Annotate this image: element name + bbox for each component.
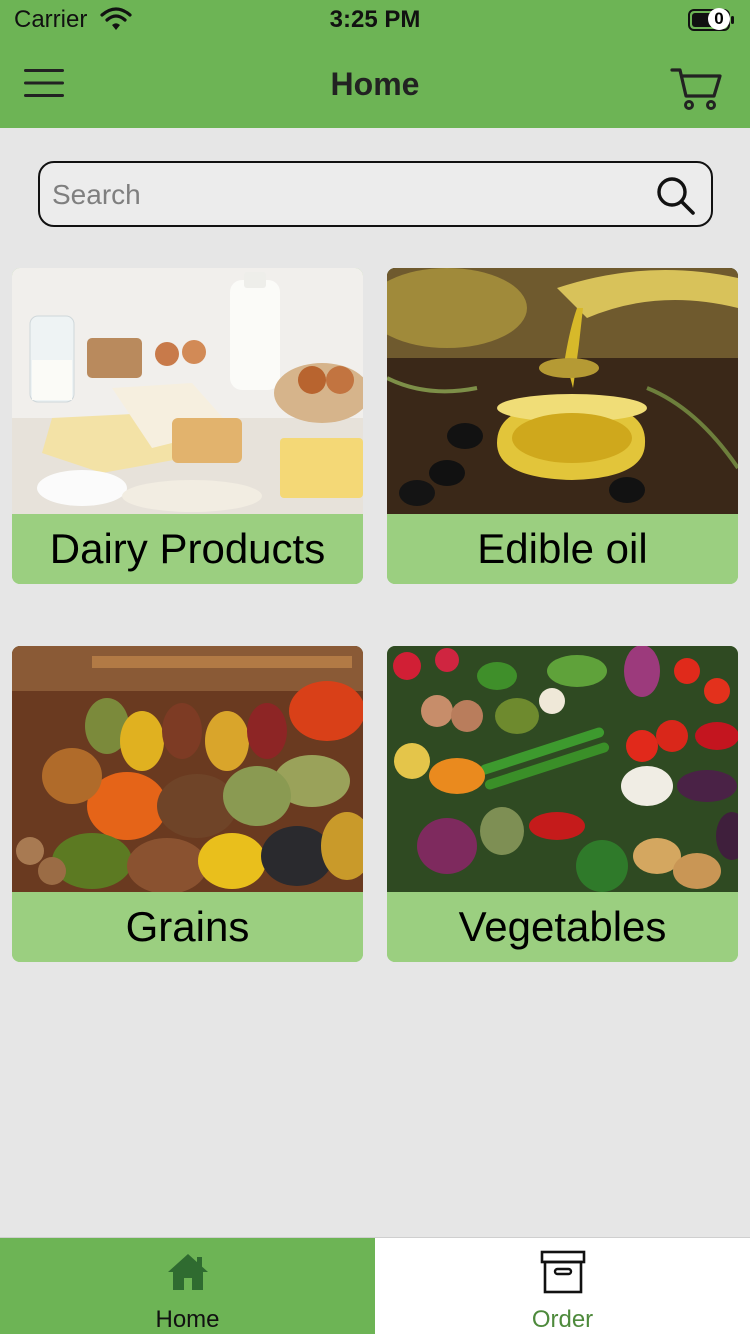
clock-label: 3:25 PM: [329, 6, 421, 33]
cart-icon[interactable]: [668, 58, 724, 114]
category-label: Grains: [12, 892, 363, 962]
hamburger-icon[interactable]: [22, 66, 66, 100]
archive-box-icon: [540, 1250, 586, 1294]
category-label: Vegetables: [387, 892, 738, 962]
search-bar: [38, 161, 713, 227]
tab-order[interactable]: Order: [375, 1238, 750, 1334]
edible-oil-photo: [387, 268, 738, 514]
category-label: Dairy Products: [12, 514, 363, 584]
vegetables-photo: [387, 646, 738, 892]
tab-label: Order: [531, 1306, 594, 1333]
search-input[interactable]: [52, 175, 642, 215]
page-title: Home: [330, 66, 420, 102]
tab-bar: Home Order: [0, 1237, 750, 1334]
status-bar: Carrier 3:25 PM: [0, 0, 750, 40]
category-card-grains[interactable]: Grains: [12, 646, 363, 962]
top-bar: Carrier 3:25 PM Home 0: [0, 0, 750, 128]
tab-home[interactable]: Home: [0, 1238, 375, 1334]
dairy-products-photo: [12, 268, 363, 514]
home-icon: [168, 1254, 208, 1290]
search-icon[interactable]: [655, 175, 697, 217]
category-card-dairy-products[interactable]: Dairy Products: [12, 268, 363, 584]
cart-count-badge: 0: [708, 8, 730, 30]
category-card-edible-oil[interactable]: Edible oil: [387, 268, 738, 584]
navigation-bar: Home: [0, 40, 750, 128]
category-card-vegetables[interactable]: Vegetables: [387, 646, 738, 962]
tab-label: Home: [155, 1306, 220, 1333]
grains-spices-photo: [12, 646, 363, 892]
category-label: Edible oil: [387, 514, 738, 584]
